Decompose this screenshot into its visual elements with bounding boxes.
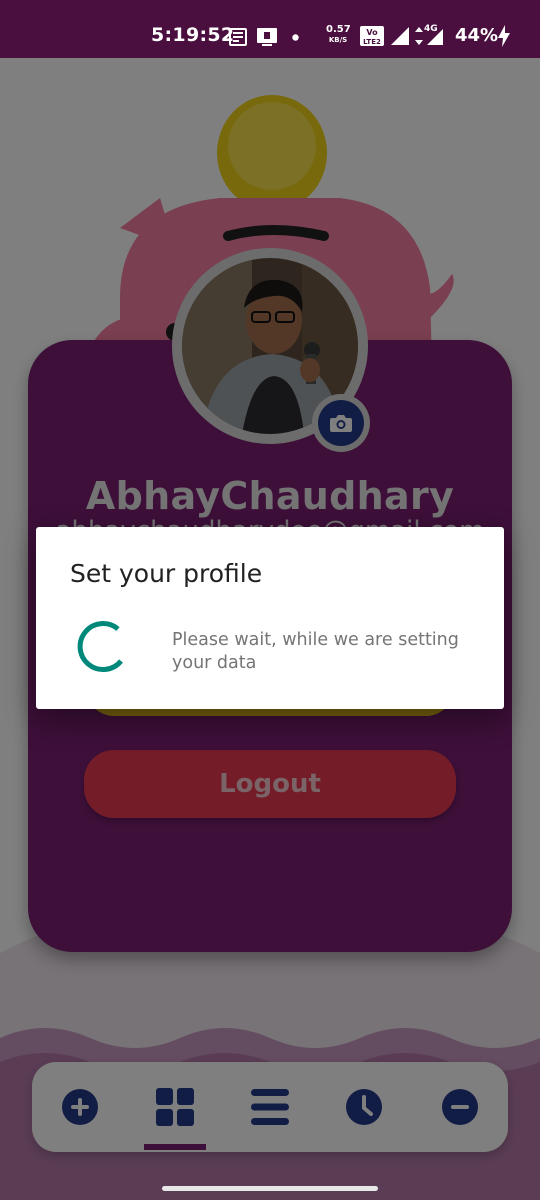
volte-icon: Vo LTE2 <box>360 26 384 46</box>
notification-dot-icon <box>292 34 299 41</box>
battery-percent: 44% <box>455 25 499 46</box>
svg-text:LTE2: LTE2 <box>363 38 381 46</box>
gesture-navigation-bar[interactable] <box>162 1186 378 1191</box>
net-speed-value: 0.57 <box>326 24 351 35</box>
progress-spinner-icon <box>77 621 123 673</box>
signal-icon <box>391 27 409 45</box>
status-bar: 5:19:52 0.57 KB/S Vo LTE2 4G 44% <box>0 0 540 58</box>
status-time: 5:19:52 <box>151 24 235 46</box>
video-notification-icon <box>257 28 277 46</box>
news-notification-icon <box>229 28 247 46</box>
svg-text:Vo: Vo <box>366 28 378 37</box>
charging-icon <box>498 25 510 47</box>
data-arrows-icon <box>415 27 423 45</box>
net-speed-unit: KB/S <box>328 36 348 44</box>
loading-dialog: Set your profile Please wait, while we a… <box>36 527 504 709</box>
signal-2-icon <box>427 29 443 45</box>
dialog-title: Set your profile <box>70 559 263 588</box>
dialog-message: Please wait, while we are setting your d… <box>172 630 459 673</box>
